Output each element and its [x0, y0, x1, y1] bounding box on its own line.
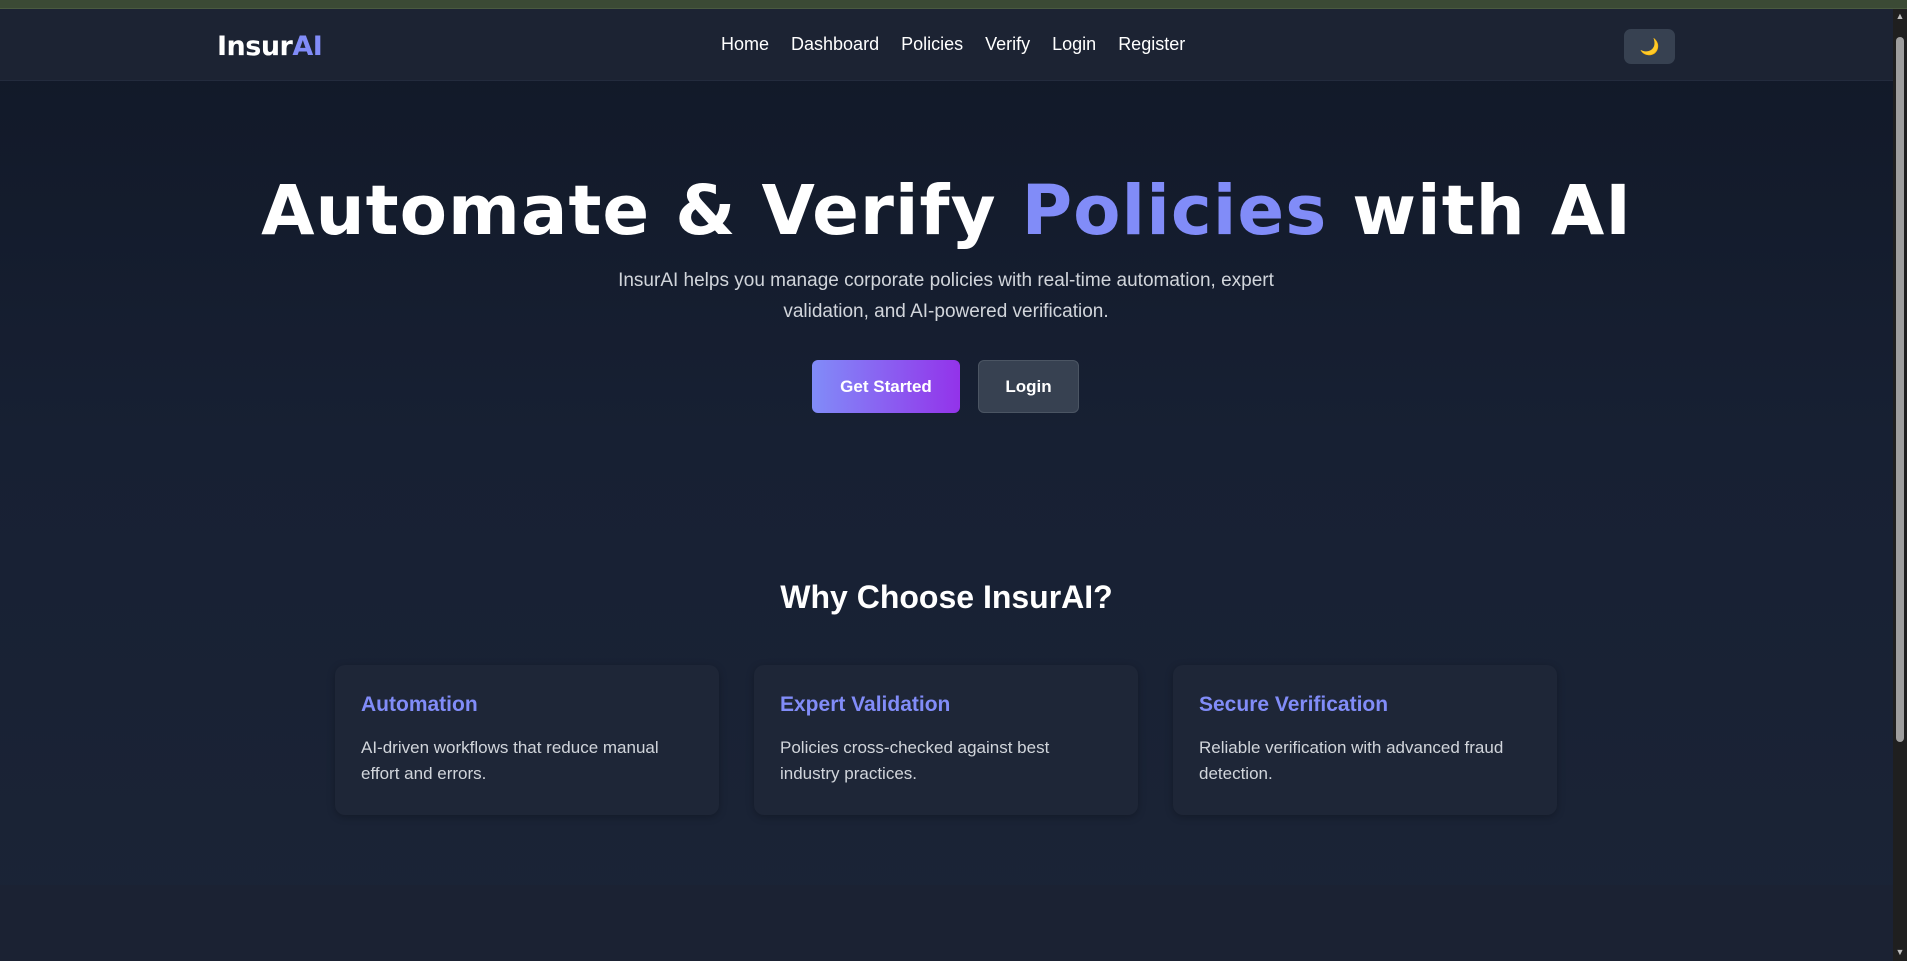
- hero-title-highlight: Policies: [1021, 171, 1328, 251]
- nav-register[interactable]: Register: [1118, 33, 1185, 55]
- theme-toggle-button[interactable]: 🌙: [1624, 29, 1675, 64]
- moon-icon: 🌙: [1639, 38, 1660, 56]
- hero-title: Automate & Verify Policies with AI: [0, 171, 1893, 251]
- browser-top-strip: [0, 0, 1907, 9]
- feature-card-text: AI-driven workflows that reduce manual e…: [361, 738, 659, 783]
- page: InsurAI Home Dashboard Policies Verify L…: [0, 9, 1893, 961]
- nav-verify[interactable]: Verify: [985, 33, 1030, 55]
- footer-section: [0, 885, 1893, 961]
- feature-card-secure-verification: Secure Verification Reliable verificatio…: [1173, 665, 1557, 815]
- vertical-scrollbar[interactable]: ▲ ▼: [1893, 9, 1907, 961]
- hero-subtitle: InsurAI helps you manage corporate polic…: [618, 270, 1274, 322]
- nav-login[interactable]: Login: [1052, 33, 1096, 55]
- feature-card-text: Policies cross-checked against best indu…: [780, 738, 1050, 783]
- navbar: InsurAI Home Dashboard Policies Verify L…: [0, 9, 1893, 81]
- feature-card-title: Automation: [361, 693, 478, 716]
- nav-policies[interactable]: Policies: [901, 33, 963, 55]
- scroll-down-arrow-icon[interactable]: ▼: [1895, 947, 1905, 957]
- brand-name-part2: AI: [292, 31, 323, 62]
- nav-home[interactable]: Home: [721, 33, 769, 55]
- brand-name-part1: Insur: [217, 31, 293, 62]
- features-title: Why Choose InsurAI?: [780, 579, 1113, 615]
- scrollbar-thumb[interactable]: [1896, 37, 1904, 742]
- feature-card-expert-validation: Expert Validation Policies cross-checked…: [754, 665, 1138, 815]
- feature-card-title: Expert Validation: [780, 693, 951, 716]
- brand-logo[interactable]: InsurAI: [217, 31, 323, 62]
- hero-title-post: with AI: [1327, 171, 1632, 251]
- nav-links: Home Dashboard Policies Verify Login Reg…: [721, 33, 1207, 55]
- feature-card-automation: Automation AI-driven workflows that redu…: [335, 665, 719, 815]
- get-started-button[interactable]: Get Started: [812, 360, 960, 413]
- feature-card-text: Reliable verification with advanced frau…: [1199, 738, 1504, 783]
- hero-title-pre: Automate & Verify: [261, 171, 1022, 251]
- scroll-up-arrow-icon[interactable]: ▲: [1895, 11, 1905, 21]
- nav-dashboard[interactable]: Dashboard: [791, 33, 879, 55]
- feature-card-title: Secure Verification: [1199, 693, 1389, 716]
- hero-login-button[interactable]: Login: [978, 360, 1079, 413]
